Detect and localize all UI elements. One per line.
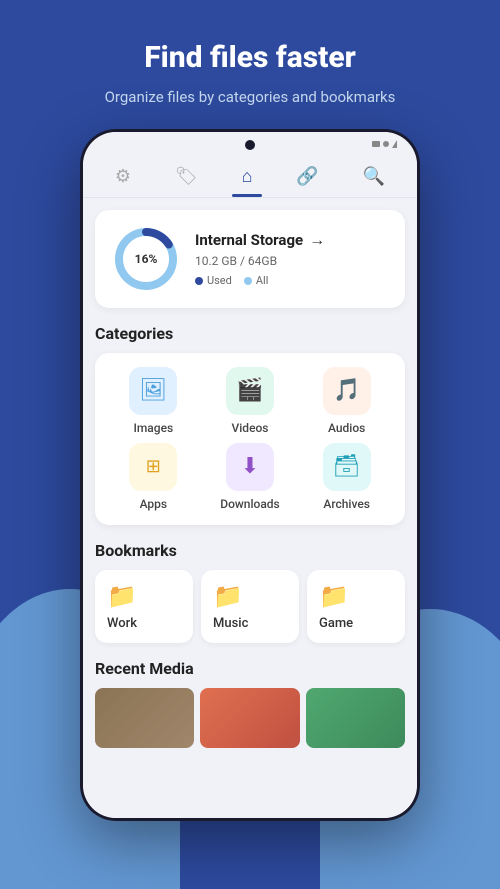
legend-used-label: Used	[207, 274, 232, 287]
bookmarks-section-title: Bookmarks	[95, 541, 405, 560]
archives-icon: 🗃	[323, 443, 371, 491]
storage-percent-label: 16%	[135, 252, 158, 266]
bookmarks-grid: 📁 Work 📁 Music 📁 Game	[95, 570, 405, 643]
images-label: Images	[133, 421, 173, 435]
nav-tab-tag[interactable]: 🏷	[163, 162, 210, 193]
recent-thumb-1[interactable]	[95, 688, 194, 748]
category-archives[interactable]: 🗃 Archives	[302, 443, 391, 511]
phone-mockup: ⚙ 🏷 ⌂ 🔗 🔍	[80, 129, 420, 821]
audios-icon: 🎵	[323, 367, 371, 415]
legend-dot-used	[195, 277, 203, 285]
images-icon: 🖼	[129, 367, 177, 415]
legend-all: All	[244, 274, 269, 287]
bookmark-game-icon: 📁	[319, 582, 349, 610]
category-apps[interactable]: ⊞ Apps	[109, 443, 198, 511]
bookmark-work-label: Work	[107, 616, 137, 631]
categories-grid: 🖼 Images 🎬 Videos 🎵 Audios ⊞	[109, 367, 391, 511]
nav-tab-home[interactable]: ⌂	[230, 162, 265, 193]
bookmark-game[interactable]: 📁 Game	[307, 570, 405, 643]
category-downloads[interactable]: ⬇ Downloads	[206, 443, 295, 511]
recent-media-section: Recent Media	[95, 659, 405, 748]
bookmark-work-icon: 📁	[107, 582, 137, 610]
apps-label: Apps	[140, 497, 168, 511]
category-audios[interactable]: 🎵 Audios	[302, 367, 391, 435]
categories-card: 🖼 Images 🎬 Videos 🎵 Audios ⊞	[95, 353, 405, 525]
bookmark-music-label: Music	[213, 616, 248, 631]
storage-title: Internal Storage	[195, 231, 303, 249]
recent-media-title: Recent Media	[95, 659, 405, 678]
category-videos[interactable]: 🎬 Videos	[206, 367, 295, 435]
videos-icon: 🎬	[226, 367, 274, 415]
header-section: Find files faster Organize files by cate…	[0, 0, 500, 129]
status-icons	[372, 140, 397, 148]
camera-dot	[245, 140, 255, 150]
recent-thumb-3[interactable]	[306, 688, 405, 748]
status-bar	[83, 132, 417, 154]
apps-icon: ⊞	[129, 443, 177, 491]
legend-used: Used	[195, 274, 232, 287]
battery-icon	[392, 140, 397, 148]
bookmark-music[interactable]: 📁 Music	[201, 570, 299, 643]
storage-donut: 16%	[111, 224, 181, 294]
signal-icon	[372, 141, 380, 147]
phone-inner: ⚙ 🏷 ⌂ 🔗 🔍	[83, 132, 417, 818]
bookmark-music-icon: 📁	[213, 582, 243, 610]
storage-size: 10.2 GB / 64GB	[195, 254, 389, 268]
phone-content: 16% Internal Storage → 10.2 GB / 64GB Us…	[83, 198, 417, 818]
nav-tab-search[interactable]: 🔍	[351, 162, 397, 193]
bookmark-work[interactable]: 📁 Work	[95, 570, 193, 643]
archives-label: Archives	[323, 497, 370, 511]
bookmarks-section: Bookmarks 📁 Work 📁 Music 📁 Game	[95, 541, 405, 643]
audios-label: Audios	[328, 421, 365, 435]
tag-icon: 🏷	[175, 166, 198, 187]
storage-card[interactable]: 16% Internal Storage → 10.2 GB / 64GB Us…	[95, 210, 405, 308]
link-icon: 🔗	[296, 166, 318, 187]
nav-tabs: ⚙ 🏷 ⌂ 🔗 🔍	[83, 154, 417, 198]
storage-title-row: Internal Storage →	[195, 230, 389, 250]
downloads-label: Downloads	[220, 497, 280, 511]
home-icon: ⌂	[242, 166, 253, 187]
page-title: Find files faster	[30, 40, 470, 76]
nav-tab-settings[interactable]: ⚙	[103, 162, 143, 193]
page-subtitle: Organize files by categories and bookmar…	[30, 86, 470, 109]
settings-icon: ⚙	[115, 166, 131, 187]
storage-info: Internal Storage → 10.2 GB / 64GB Used	[195, 230, 389, 287]
videos-label: Videos	[232, 421, 269, 435]
search-icon: 🔍	[363, 166, 385, 187]
legend-dot-all	[244, 277, 252, 285]
category-images[interactable]: 🖼 Images	[109, 367, 198, 435]
storage-legend: Used All	[195, 274, 389, 287]
legend-all-label: All	[256, 274, 269, 287]
wifi-icon	[383, 141, 389, 147]
background: Find files faster Organize files by cate…	[0, 0, 500, 889]
downloads-icon: ⬇	[226, 443, 274, 491]
storage-arrow-icon: →	[309, 230, 325, 250]
categories-section-title: Categories	[95, 324, 405, 343]
nav-tab-link[interactable]: 🔗	[284, 162, 330, 193]
recent-thumb-2[interactable]	[200, 688, 299, 748]
bookmark-game-label: Game	[319, 616, 353, 631]
recent-media-grid	[95, 688, 405, 748]
